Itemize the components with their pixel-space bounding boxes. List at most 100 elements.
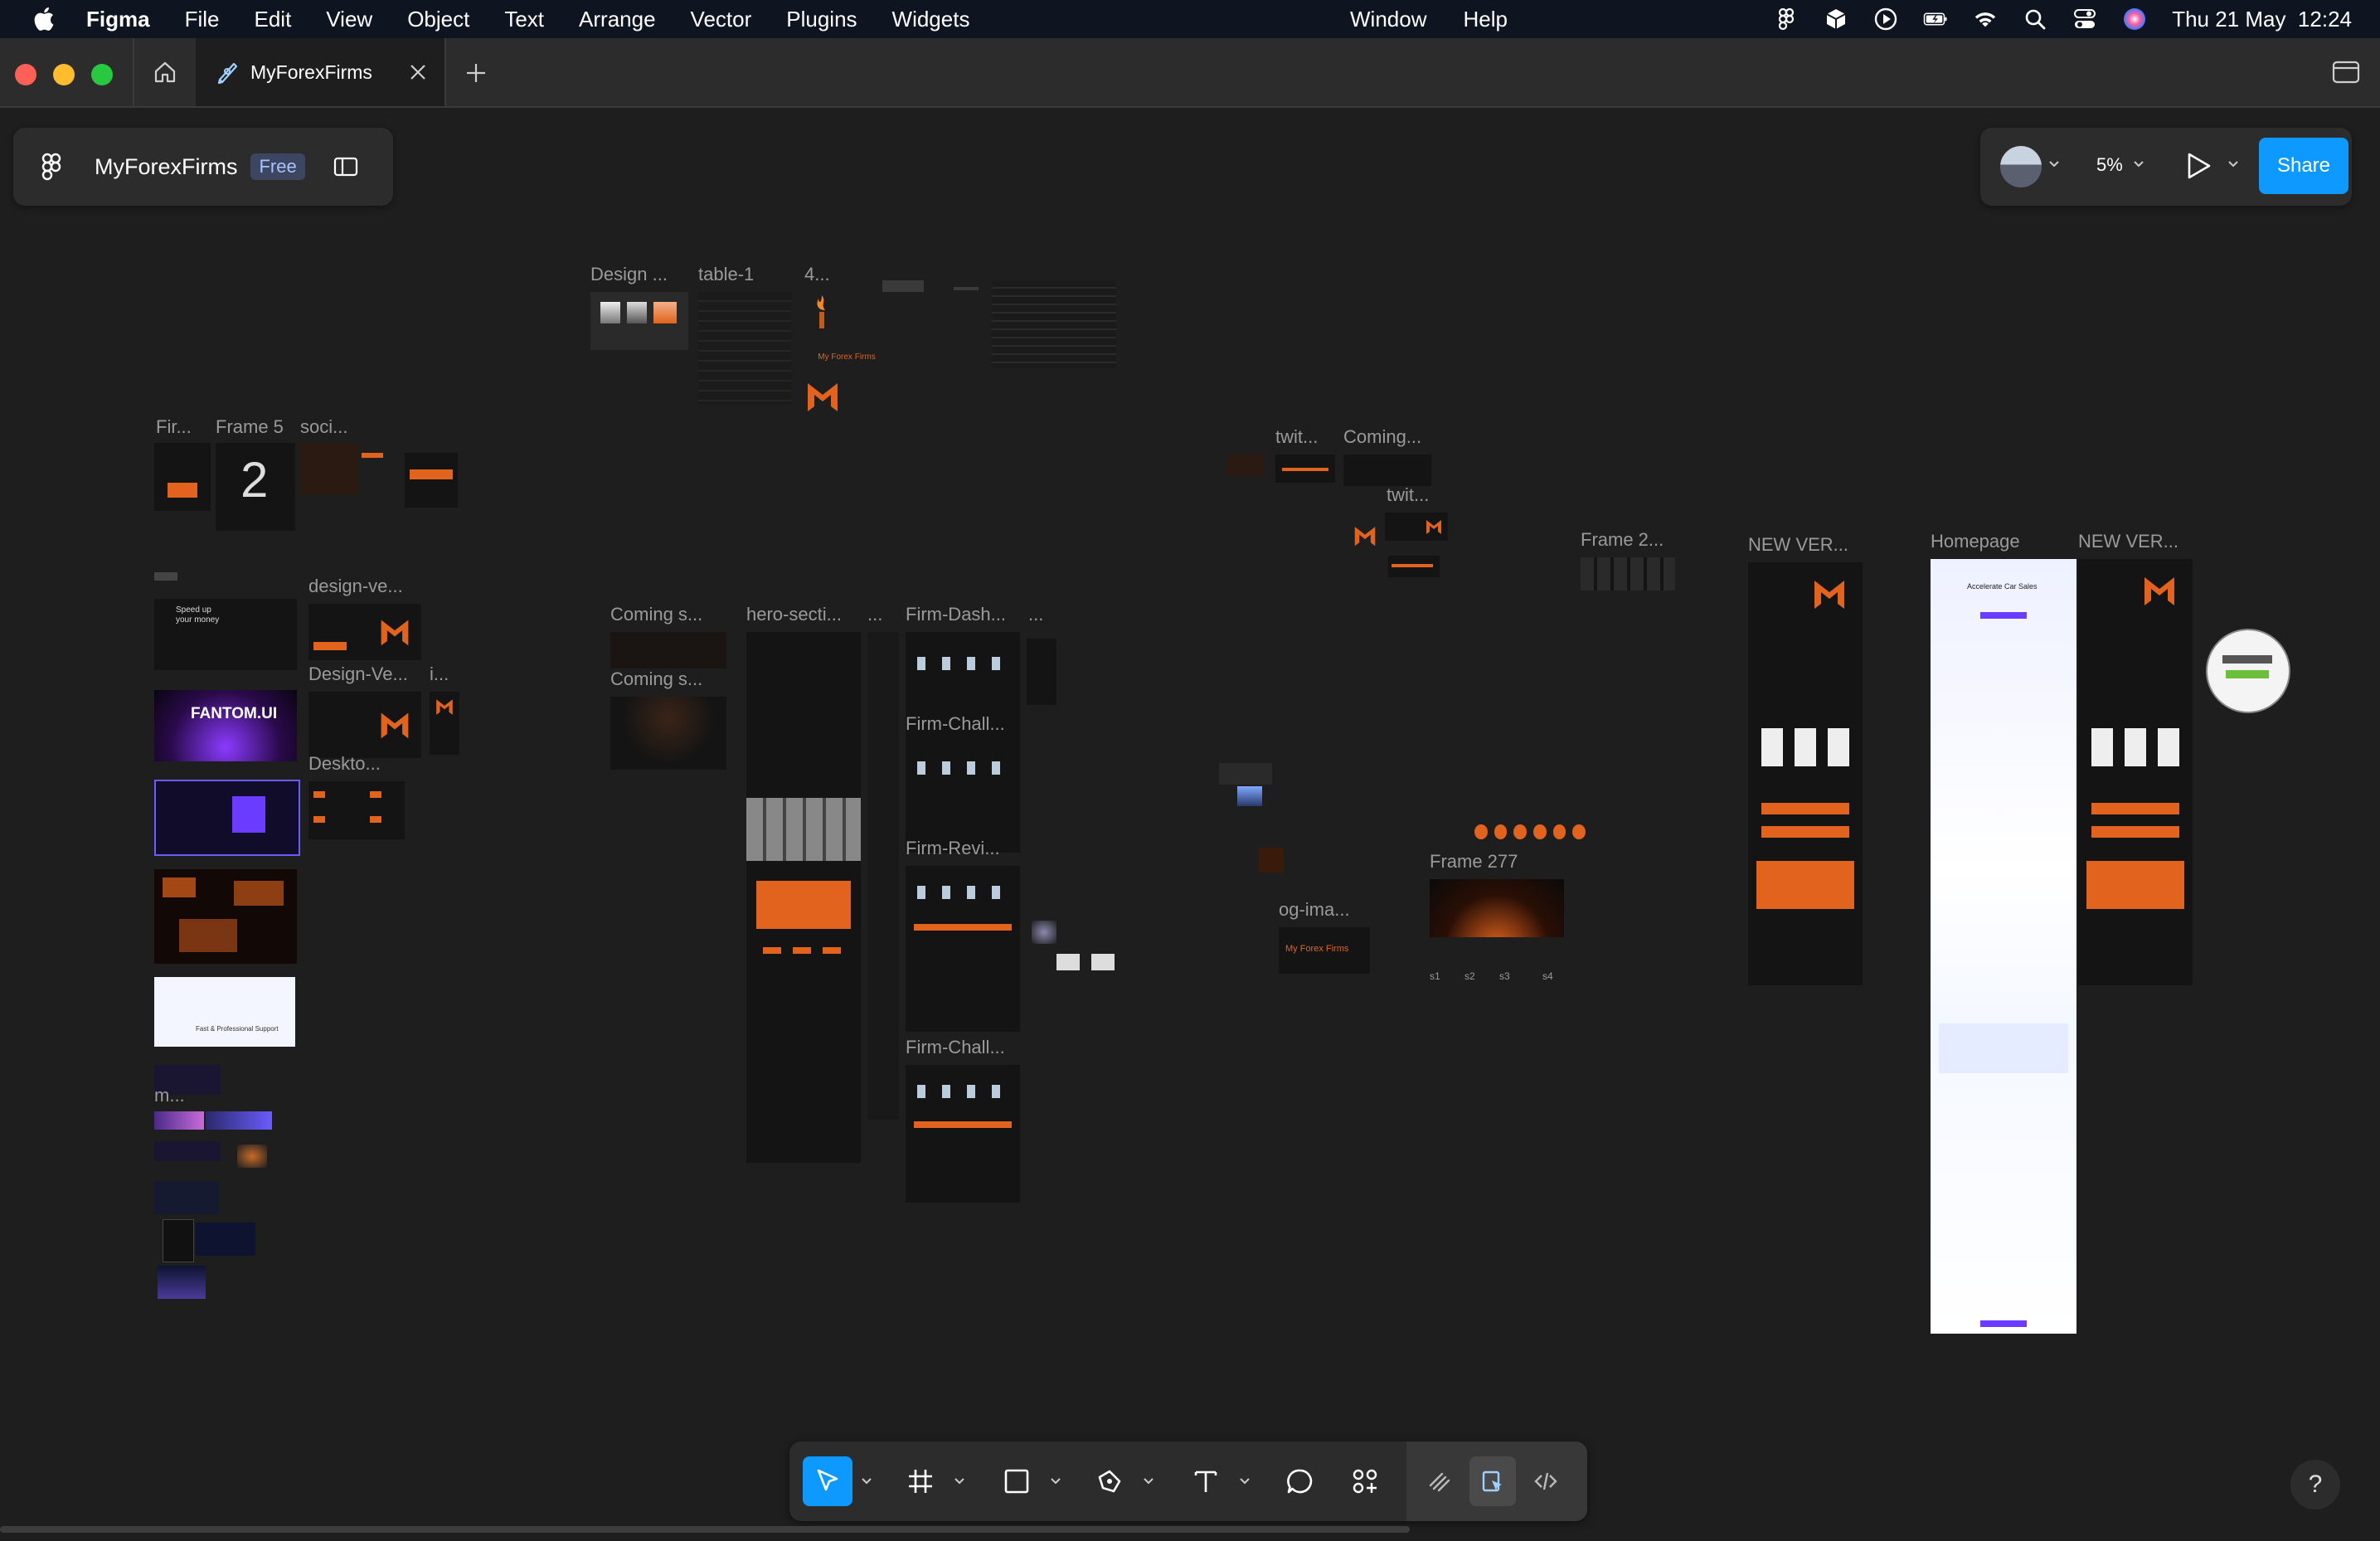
mff-logo-icon[interactable] (801, 375, 844, 418)
frame-label-m[interactable]: m... (154, 1085, 185, 1106)
frame-thumb-narrow[interactable] (867, 632, 899, 1120)
frame-label-new-ver-2[interactable]: NEW VER... (2078, 531, 2178, 552)
frame-label-firm-revi[interactable]: Firm-Revi... (906, 838, 1000, 859)
share-button[interactable]: Share (2259, 138, 2348, 194)
dev-mode-button[interactable] (1523, 1456, 1569, 1506)
zoom-level[interactable]: 5% (2096, 154, 2123, 176)
chevron-down-icon[interactable] (861, 1475, 872, 1490)
frame-thumb-pumpkins[interactable] (1474, 824, 1586, 843)
present-play-icon[interactable] (2184, 151, 2212, 185)
frame-thumb-small-4[interactable] (154, 572, 177, 581)
frame-thumb-circle-widget[interactable] (2206, 629, 2290, 713)
frame-label-hero-secti[interactable]: hero-secti... (746, 604, 842, 625)
menu-help[interactable]: Help (1463, 7, 1507, 32)
frame-label-frame-5[interactable]: Frame 5 (216, 416, 284, 438)
frame-thumb-planet[interactable] (1032, 921, 1056, 944)
figma-logo-icon[interactable] (41, 153, 61, 181)
menu-widgets[interactable]: Widgets (892, 7, 970, 32)
frame-label-firm-chall-2[interactable]: Firm-Chall... (906, 1037, 1005, 1058)
frame-thumb-white-2[interactable] (1091, 954, 1115, 970)
frame-thumb-soci[interactable] (300, 443, 358, 494)
frame-label-firm-dash[interactable]: Firm-Dash... (906, 604, 1006, 625)
frame-label-fir[interactable]: Fir... (156, 416, 192, 438)
frame-thumb-mini-1[interactable] (1219, 763, 1272, 785)
chevron-down-icon[interactable] (2048, 158, 2060, 173)
frame-label-frame-277[interactable]: Frame 277 (1430, 851, 1518, 873)
text-tool-button[interactable] (1181, 1456, 1231, 1506)
draw-mode-button[interactable] (1416, 1456, 1463, 1506)
menu-text[interactable]: Text (504, 7, 544, 32)
menu-vector[interactable]: Vector (691, 7, 752, 32)
frame-thumb-white-1[interactable] (1056, 954, 1080, 970)
frame-thumb-frame-2[interactable] (1581, 557, 1675, 591)
chevron-down-icon[interactable] (1143, 1475, 1154, 1490)
file-name[interactable]: MyForexFirms (95, 154, 237, 180)
panel-toggle-icon[interactable] (333, 157, 358, 177)
menu-view[interactable]: View (326, 7, 372, 32)
chevron-down-icon[interactable] (1239, 1475, 1251, 1490)
frame-label-s1[interactable]: s1 (1430, 970, 1440, 982)
frame-label-deskto[interactable]: Deskto... (308, 753, 381, 775)
menu-arrange[interactable]: Arrange (579, 7, 656, 32)
frame-thumb-support[interactable]: Fast & Professional Support (154, 977, 295, 1047)
frame-thumb-mini-3[interactable] (1259, 848, 1284, 873)
frame-label-soci[interactable]: soci... (300, 416, 347, 438)
pen-tool-button[interactable] (1085, 1456, 1134, 1506)
help-button[interactable]: ? (2290, 1460, 2340, 1509)
frame-thumb-twit-small[interactable] (1227, 455, 1264, 476)
actions-tool-button[interactable] (1340, 1456, 1390, 1506)
cube-status-icon[interactable] (1824, 7, 1848, 32)
frame-thumb-orange-collage[interactable] (154, 869, 297, 964)
frame-label-firm-chall-1[interactable]: Firm-Chall... (906, 713, 1005, 735)
comment-tool-button[interactable] (1275, 1456, 1325, 1506)
control-center-icon[interactable] (2072, 7, 2097, 32)
frame-label-dots-2[interactable]: ... (1028, 604, 1043, 625)
frame-label-design-ve-2[interactable]: Design-Ve... (308, 664, 408, 685)
frame-thumb-purple-5[interactable] (158, 1266, 206, 1299)
window-minimize-button[interactable] (53, 64, 75, 85)
frame-label-i[interactable]: i... (430, 664, 449, 685)
frame-label-twit-1[interactable]: twit... (1275, 426, 1318, 448)
frame-thumb-purple-2[interactable] (206, 1111, 272, 1130)
frame-label-frame-2[interactable]: Frame 2... (1581, 529, 1664, 551)
frame-thumb-firm-chall-2[interactable] (906, 1065, 1020, 1203)
frame-label-coming-s-2[interactable]: Coming s... (610, 668, 702, 690)
frame-tool-button[interactable] (896, 1456, 945, 1506)
battery-icon[interactable] (1923, 7, 1948, 32)
horizontal-scrollbar[interactable] (0, 1526, 1410, 1533)
frame-thumb-coming-s-2[interactable] (610, 697, 726, 770)
mff-logo-icon-2[interactable] (1348, 519, 1382, 552)
menu-plugins[interactable]: Plugins (786, 7, 857, 32)
menu-edit[interactable]: Edit (254, 7, 291, 32)
frame-thumb-orb[interactable] (237, 1145, 267, 1168)
frame-label-dots-1[interactable]: ... (867, 604, 882, 625)
chevron-down-icon[interactable] (2227, 158, 2239, 173)
frame-label-table-1[interactable]: table-1 (698, 264, 754, 285)
user-avatar[interactable] (2000, 146, 2042, 187)
file-tab[interactable]: MyForexFirms (196, 38, 446, 106)
frame-label-coming[interactable]: Coming... (1343, 426, 1421, 448)
design-canvas[interactable]: Design ... table-1 4... My Forex Firms F… (0, 108, 2380, 1526)
frame-label-coming-s-1[interactable]: Coming s... (610, 604, 702, 625)
frame-thumb-design-ve[interactable] (308, 604, 421, 660)
menu-file[interactable]: File (185, 7, 220, 32)
home-tab-button[interactable] (133, 38, 197, 106)
new-tab-button[interactable] (461, 58, 491, 88)
frame-thumb-phone[interactable] (163, 1219, 194, 1262)
apple-menu-icon[interactable] (25, 1, 61, 37)
frame-label-new-ver-1[interactable]: NEW VER... (1748, 534, 1848, 556)
spotlight-search-icon[interactable] (2023, 7, 2047, 32)
frame-thumb-purple-1[interactable] (154, 1111, 204, 1130)
wifi-icon[interactable] (1973, 7, 1998, 32)
frame-thumb-purple-landing[interactable] (154, 780, 300, 856)
chevron-down-icon[interactable] (954, 1475, 965, 1490)
frame-thumb-dots-2[interactable] (1027, 639, 1056, 705)
chevron-down-icon[interactable] (1050, 1475, 1061, 1490)
close-tab-icon[interactable] (408, 62, 428, 82)
frame-thumb-coming-s-1[interactable] (610, 632, 726, 668)
torch-icon[interactable] (801, 292, 843, 333)
menubar-datetime[interactable]: Thu 21 May 12:24 (2172, 7, 2352, 32)
menu-object[interactable]: Object (407, 7, 469, 32)
frame-label-4[interactable]: 4... (804, 264, 830, 285)
frame-thumb-small-2[interactable] (954, 287, 979, 290)
